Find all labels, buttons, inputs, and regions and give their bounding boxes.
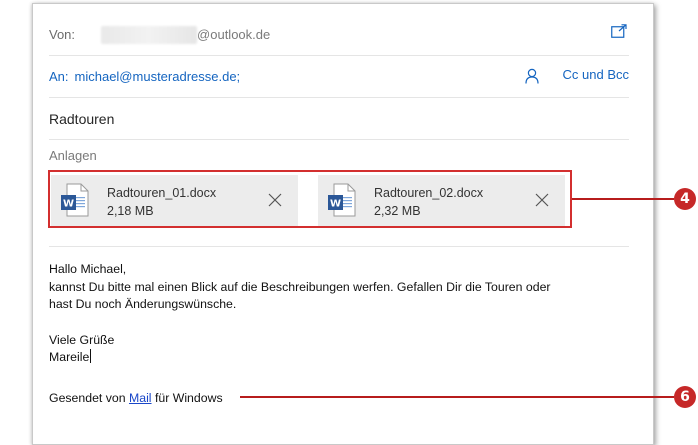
subject-row[interactable]: Radtouren [49,98,629,140]
callout-badge: 4 [674,188,696,210]
recipient-address[interactable]: michael@musteradresse.de; [75,69,241,84]
body-closing: Viele Grüße [49,332,115,347]
attachments-label: Anlagen [49,148,97,163]
sent-prefix: Gesendet von [49,391,129,405]
text-cursor [90,349,92,363]
body-line: hast Du noch Änderungswünsche. [49,297,237,311]
sent-from-line: Gesendet von Mail für Windows [49,391,223,405]
body-divider [49,246,629,247]
person-icon[interactable] [525,68,539,84]
popout-icon[interactable] [611,24,627,38]
body-greeting: Hallo Michael, [49,262,127,276]
attachments-highlight-box [48,170,572,228]
from-domain: @outlook.de [197,27,271,42]
from-address-redacted [101,25,198,44]
callout-line [240,396,674,398]
to-label: An: [49,69,69,84]
callout-badge: 6 [674,386,696,408]
body-signature-line: Mareile [49,349,619,367]
body-signature: Mareile [49,350,90,364]
from-label: Von: [49,27,76,42]
from-row[interactable]: Von: @outlook.de [49,14,629,56]
subject-field[interactable]: Radtouren [49,111,114,127]
sent-suffix: für Windows [151,391,223,405]
cc-bcc-button[interactable]: Cc und Bcc [563,67,629,82]
message-body[interactable]: Hallo Michael, kannst Du bitte mal einen… [49,261,619,367]
body-line: kannst Du bitte mal einen Blick auf die … [49,279,551,294]
to-row[interactable]: An: michael@musteradresse.de; Cc und Bcc [49,56,629,98]
callout-line [572,198,674,200]
mail-app-link[interactable]: Mail [129,391,152,405]
